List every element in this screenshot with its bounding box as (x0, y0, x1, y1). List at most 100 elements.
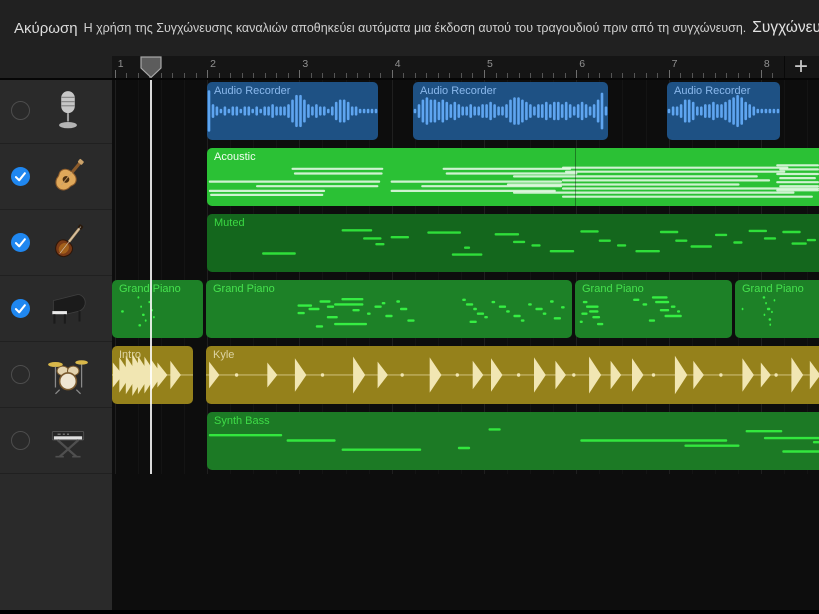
region-grand-piano[interactable]: Grand Piano (112, 280, 203, 338)
ruler-tick (588, 73, 589, 78)
ruler-tick (565, 73, 566, 78)
region-grand-piano[interactable]: Grand Piano (206, 280, 572, 338)
ruler-tick (576, 70, 577, 78)
ruler-tick (219, 73, 220, 78)
grid-line (184, 78, 185, 474)
region-label: Grand Piano (213, 283, 275, 295)
track-select-checkbox[interactable] (11, 101, 30, 120)
track-header-synth-bass[interactable] (0, 408, 112, 474)
ruler-tick (196, 73, 197, 78)
track-header-drums[interactable] (0, 342, 112, 408)
ruler-tick (311, 73, 312, 78)
track-header-acoustic-guitar[interactable] (0, 144, 112, 210)
region-audio-recorder[interactable]: Audio Recorder (413, 82, 608, 140)
bottom-bar (0, 610, 819, 614)
microphone-icon (45, 88, 91, 134)
ruler-tick (646, 73, 647, 78)
cancel-button[interactable]: Ακύρωση (14, 20, 78, 37)
playhead-marker[interactable] (140, 56, 162, 78)
region-synth-bass[interactable]: Synth Bass (207, 412, 819, 470)
ruler-tick (542, 73, 543, 78)
timeline-ruler[interactable]: + 12345678 (112, 56, 819, 78)
region-intro[interactable]: Intro (112, 346, 193, 404)
grid-line (161, 78, 162, 474)
track-header-column (0, 78, 112, 610)
track-select-checkbox[interactable] (11, 365, 30, 384)
bar-number: 2 (210, 58, 216, 70)
ruler-tick (403, 73, 404, 78)
region-grand-piano[interactable]: Grand Piano (735, 280, 819, 338)
grand-piano-icon (45, 286, 91, 332)
bar-number: 7 (672, 58, 678, 70)
ruler-tick (230, 73, 231, 78)
region-label: Audio Recorder (214, 85, 290, 97)
garageband-track-merge-screen: Ακύρωση Η χρήση της Συγχώνευσης καναλιών… (0, 0, 819, 614)
ruler-strip: + 12345678 (0, 56, 819, 80)
keyboard-icon (45, 418, 91, 464)
ruler-tick (392, 70, 393, 78)
region-label: Muted (214, 217, 245, 229)
ruler-tick (172, 73, 173, 78)
track-select-checkbox[interactable] (11, 431, 30, 450)
ruler-tick (334, 73, 335, 78)
ruler-tick (634, 73, 635, 78)
track-header-bass[interactable] (0, 210, 112, 276)
bar-number: 4 (395, 58, 401, 70)
region-split (575, 148, 576, 206)
region-acoustic[interactable]: Acoustic (207, 148, 819, 206)
ruler-tick (519, 73, 520, 78)
ruler-tick (530, 73, 531, 78)
ruler-tick (438, 73, 439, 78)
bar-number: 1 (118, 58, 124, 70)
ruler-tick (115, 70, 116, 78)
ruler-tick (357, 73, 358, 78)
track-select-checkbox[interactable] (11, 167, 30, 186)
ruler-tick (184, 73, 185, 78)
region-label: Audio Recorder (674, 85, 750, 97)
track-header-grand-piano[interactable] (0, 276, 112, 342)
track-header-audio-recorder[interactable] (0, 78, 112, 144)
region-audio-recorder[interactable]: Audio Recorder (207, 82, 378, 140)
drum-kit-icon (45, 352, 91, 398)
region-label: Audio Recorder (420, 85, 496, 97)
ruler-tick (507, 73, 508, 78)
region-kyle[interactable]: Kyle (206, 346, 819, 404)
ruler-tick (738, 73, 739, 78)
ruler-tick (461, 73, 462, 78)
ruler-tick (761, 70, 762, 78)
ruler-tick (126, 73, 127, 78)
ruler-tick (611, 73, 612, 78)
region-grand-piano[interactable]: Grand Piano (575, 280, 732, 338)
ruler-tick (369, 73, 370, 78)
ruler-tick (265, 73, 266, 78)
bass-guitar-icon (45, 220, 91, 266)
ruler-tick (726, 73, 727, 78)
track-select-checkbox[interactable] (11, 299, 30, 318)
ruler-tick (322, 73, 323, 78)
track-select-checkbox[interactable] (11, 233, 30, 252)
ruler-tick (680, 73, 681, 78)
ruler-tick (622, 73, 623, 78)
ruler-tick (253, 73, 254, 78)
ruler-tick (599, 73, 600, 78)
ruler-tick (749, 73, 750, 78)
region-muted[interactable]: Muted (207, 214, 819, 272)
ruler-divider (784, 56, 785, 78)
ruler-tick (496, 73, 497, 78)
acoustic-guitar-icon (45, 154, 91, 200)
ruler-tick (426, 73, 427, 78)
region-label: Kyle (213, 349, 234, 361)
ruler-tick (692, 73, 693, 78)
region-label: Intro (119, 349, 141, 361)
ruler-tick (669, 70, 670, 78)
playhead-line (150, 78, 152, 474)
region-label: Grand Piano (582, 283, 644, 295)
region-audio-recorder[interactable]: Audio Recorder (667, 82, 780, 140)
bar-number: 5 (487, 58, 493, 70)
merge-button[interactable]: Συγχώνευση (752, 19, 819, 37)
add-track-button[interactable]: + (788, 54, 814, 80)
ruler-tick (553, 73, 554, 78)
track-lanes: Audio Recorder Audio Recorder Audio Record… (112, 78, 819, 610)
grid-line (138, 78, 139, 474)
ruler-tick (288, 73, 289, 78)
